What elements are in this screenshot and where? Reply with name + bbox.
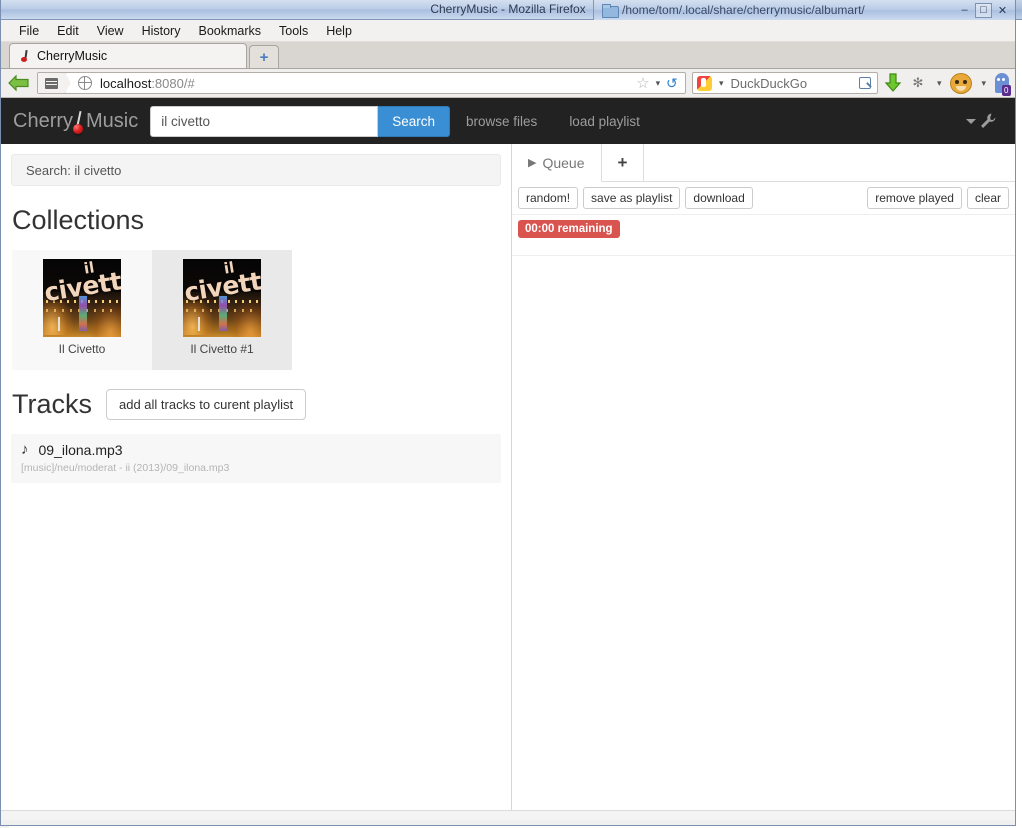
random-button[interactable]: random! <box>518 187 579 209</box>
search-button[interactable]: Search <box>378 105 451 137</box>
menu-bar: File Edit View History Bookmarks Tools H… <box>1 20 1015 42</box>
new-tab-button[interactable]: + <box>249 45 279 68</box>
maximize-button[interactable]: □ <box>975 2 992 18</box>
nav-browse-files[interactable]: browse files <box>450 114 553 129</box>
album-art: il civetto <box>183 259 261 337</box>
site-identity-icon[interactable] <box>38 73 71 93</box>
menu-file[interactable]: File <box>11 22 47 40</box>
other-window-title: /home/tom/.local/share/cherrymusic/album… <box>622 3 865 17</box>
search-engine-name: DuckDuckGo <box>730 75 808 91</box>
playlist-pane: ▶ Queue + random! save as playlist downl… <box>512 144 1015 820</box>
collection-label: Il Civetto <box>58 342 106 356</box>
duckduckgo-icon <box>696 75 712 91</box>
back-arrow-icon[interactable] <box>7 72 31 94</box>
other-window-titlebar[interactable]: /home/tom/.local/share/cherrymusic/album… <box>593 0 1015 20</box>
search-input[interactable] <box>150 105 379 137</box>
search-info-bar: Search: il civetto <box>11 154 501 186</box>
player-progress-strip[interactable] <box>1 810 1015 820</box>
chevron-down-icon <box>966 118 976 124</box>
download-arrow-icon[interactable] <box>884 72 902 94</box>
search-results-pane: Search: il civetto Collections il civett… <box>1 144 512 820</box>
tab-label: CherryMusic <box>37 49 108 63</box>
track-name: 09_ilona.mp3 <box>38 441 123 458</box>
minimize-button[interactable]: – <box>956 3 973 18</box>
track-path: [music]/neu/moderat - ii (2013)/09_ilona… <box>21 462 230 474</box>
brand-text-cherry: Cherry <box>13 109 74 132</box>
extension-icon[interactable]: ✻ <box>908 74 928 92</box>
album-art: il civetto <box>43 259 121 337</box>
music-note-favicon <box>20 50 30 63</box>
settings-menu[interactable] <box>966 112 997 130</box>
tracks-heading-text: Tracks <box>12 389 92 419</box>
menu-edit[interactable]: Edit <box>49 22 87 40</box>
url-host: localhost <box>100 75 152 91</box>
playlist-tabs: ▶ Queue + <box>512 144 1015 182</box>
cherrymusic-body: Search: il civetto Collections il civett… <box>1 144 1015 820</box>
collection-tile[interactable]: il civetto Il Civetto <box>12 250 152 370</box>
tracks-heading: Tracks add all tracks to curent playlist <box>12 389 511 420</box>
folder-icon <box>602 4 619 18</box>
tab-bar: CherryMusic + <box>1 42 1015 69</box>
greasemonkey-icon[interactable] <box>950 72 973 94</box>
collections-grid: il civetto Il Civetto il civetto Il Cive… <box>12 250 511 370</box>
menu-help[interactable]: Help <box>318 22 360 40</box>
close-button[interactable]: ✕ <box>994 3 1011 18</box>
bookmark-star-icon[interactable]: ☆ <box>633 74 652 92</box>
cherrymusic-logo[interactable]: Cherry Music <box>13 109 150 134</box>
collection-tile[interactable]: il civetto Il Civetto #1 <box>152 250 292 370</box>
navigation-toolbar: localhost:8080/# ☆ ▾ ↻ ▾ DuckDuckGo ✻ ▾ … <box>1 69 1015 98</box>
tab-cherrymusic[interactable]: CherryMusic <box>9 43 247 68</box>
search-engine-chevron-icon[interactable]: ▾ <box>716 78 727 89</box>
remove-played-button[interactable]: remove played <box>867 187 962 209</box>
globe-icon <box>77 75 92 90</box>
firefox-window: CherryMusic - Mozilla Firefox /home/tom/… <box>0 0 1016 826</box>
tab-queue-label: Queue <box>542 154 585 171</box>
reload-icon[interactable]: ↻ <box>663 75 681 92</box>
nav-load-playlist[interactable]: load playlist <box>553 114 656 129</box>
save-as-playlist-button[interactable]: save as playlist <box>583 187 681 209</box>
playlist-divider <box>512 255 1015 256</box>
menu-bookmarks[interactable]: Bookmarks <box>190 22 269 40</box>
tab-queue[interactable]: ▶ Queue <box>512 144 602 182</box>
search-bar[interactable]: ▾ DuckDuckGo <box>691 72 878 94</box>
greasemonkey-chevron-icon[interactable]: ▾ <box>978 78 989 89</box>
ghostery-badge-count: 0 <box>1001 85 1011 96</box>
wrench-icon <box>981 113 996 128</box>
add-playlist-tab[interactable]: + <box>602 144 645 181</box>
remaining-time-badge: 00:00 remaining <box>518 220 620 238</box>
url-path: :8080/# <box>151 75 195 91</box>
cherry-icon <box>73 110 86 134</box>
search-icon[interactable] <box>858 76 873 91</box>
url-text: localhost:8080/# <box>92 76 633 91</box>
collections-heading: Collections <box>12 205 511 236</box>
add-all-tracks-button[interactable]: add all tracks to curent playlist <box>106 389 307 420</box>
collections-heading-text: Collections <box>12 205 145 235</box>
collection-label: Il Civetto #1 <box>190 342 254 356</box>
cherrymusic-navbar: Cherry Music Search browse files load pla… <box>1 98 1015 144</box>
chevron-down-icon[interactable]: ▾ <box>653 78 664 89</box>
menu-tools[interactable]: Tools <box>271 22 316 40</box>
extension-chevron-icon[interactable]: ▾ <box>934 78 945 89</box>
tracks-list: ♪ 09_ilona.mp3 [music]/neu/moderat - ii … <box>11 434 501 483</box>
firefox-titlebar: CherryMusic - Mozilla Firefox /home/tom/… <box>1 0 1015 20</box>
ghostery-icon[interactable]: 0 <box>995 73 1011 96</box>
playlist-toolbar: random! save as playlist download remove… <box>512 182 1015 215</box>
download-button[interactable]: download <box>685 187 753 209</box>
music-note-icon: ♪ <box>21 441 29 458</box>
window-buttons: – □ ✕ <box>956 2 1015 18</box>
play-triangle-icon: ▶ <box>528 157 537 169</box>
clear-button[interactable]: clear <box>966 187 1009 209</box>
menu-history[interactable]: History <box>134 22 189 40</box>
url-bar[interactable]: localhost:8080/# ☆ ▾ ↻ <box>37 72 686 94</box>
brand-text-music: Music <box>86 109 139 132</box>
track-row[interactable]: ♪ 09_ilona.mp3 [music]/neu/moderat - ii … <box>11 434 501 483</box>
cherrymusic-page: Cherry Music Search browse files load pla… <box>1 98 1015 820</box>
menu-view[interactable]: View <box>89 22 132 40</box>
